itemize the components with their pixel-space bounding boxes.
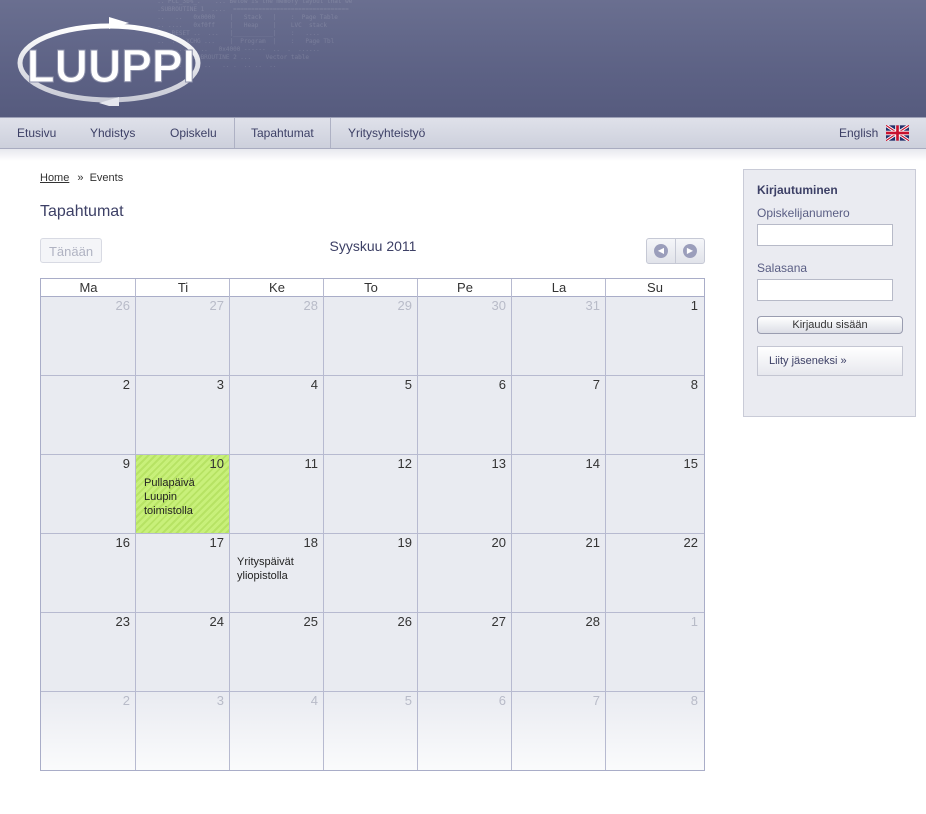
day-number[interactable]: 28 [570,614,600,629]
day-number[interactable]: 27 [476,614,506,629]
day-number[interactable]: 10 [194,456,224,471]
day-number[interactable]: 5 [382,693,412,708]
day-number[interactable]: 26 [382,614,412,629]
day-number[interactable]: 2 [100,693,130,708]
nav-item-opiskelu[interactable]: Opiskelu [170,118,217,148]
day-number[interactable]: 6 [476,377,506,392]
day-number[interactable]: 12 [382,456,412,471]
nav-item-yhdistys[interactable]: Yhdistys [90,118,135,148]
month-pager: ◀ ▶ [646,238,705,264]
weekday-header: Pe [457,280,473,295]
day-number[interactable]: 13 [476,456,506,471]
day-number[interactable]: 14 [570,456,600,471]
day-number[interactable]: 18 [288,535,318,550]
student-number-label: Opiskelijanumero [757,206,850,220]
grid-column-line [417,279,418,770]
site-header: .. PCL_3b%_. ... Below is the memory lay… [0,0,926,117]
luuppi-logo[interactable]: LUUPPI [14,16,206,106]
day-number[interactable]: 8 [668,377,698,392]
day-number[interactable]: 27 [194,298,224,313]
day-number[interactable]: 8 [668,693,698,708]
nav-divider [330,118,331,148]
day-number[interactable]: 20 [476,535,506,550]
calendar-event[interactable]: Pullapäivä Luupin toimistolla [144,476,224,518]
day-number[interactable]: 4 [288,693,318,708]
join-member-link[interactable]: Liity jäseneksi » [757,346,903,376]
breadcrumb: Home » Events [40,172,123,184]
grid-column-line [229,279,230,770]
breadcrumb-home-link[interactable]: Home [40,172,69,184]
grid-row-line [41,375,704,376]
password-input[interactable] [757,279,893,301]
weekday-header: Ke [269,280,285,295]
grid-row-line [41,612,704,613]
day-number[interactable]: 11 [288,456,319,471]
day-number[interactable]: 3 [194,693,224,708]
nav-shadow [0,149,926,161]
page-title: Tapahtumat [40,203,124,220]
next-month-button[interactable]: ▶ [683,244,697,258]
grid-column-line [323,279,324,770]
day-number[interactable]: 6 [476,693,506,708]
day-number[interactable]: 22 [668,535,698,550]
nav-item-yritysyhteistyo[interactable]: Yritysyhteistyö [348,118,425,148]
nav-item-etusivu[interactable]: Etusivu [17,118,56,148]
language-link[interactable]: English [839,118,878,148]
day-number[interactable]: 24 [194,614,224,629]
weekday-header: Ti [177,280,189,295]
nav-item-tapahtumat[interactable]: Tapahtumat [251,118,314,148]
weekday-header: To [364,280,378,295]
month-title: Syyskuu 2011 [329,238,417,254]
grid-row-line [41,533,704,534]
grid-column-line [511,279,512,770]
day-number[interactable]: 25 [288,614,318,629]
day-number[interactable]: 15 [668,456,698,471]
chevron-left-icon: ◀ [657,246,665,255]
day-number[interactable]: 7 [570,377,600,392]
login-title: Kirjautuminen [757,183,838,197]
day-number[interactable]: 21 [570,535,600,550]
day-number[interactable]: 3 [194,377,224,392]
day-number[interactable]: 28 [288,298,318,313]
day-number[interactable]: 31 [570,298,600,313]
breadcrumb-current: Events [89,172,124,184]
day-number[interactable]: 5 [382,377,412,392]
day-number[interactable]: 1 [668,614,698,629]
day-number[interactable]: 19 [382,535,412,550]
day-number[interactable]: 7 [570,693,600,708]
day-number[interactable]: 9 [100,456,130,471]
login-box: Kirjautuminen Opiskelijanumero Salasana … [743,169,916,417]
grid-row-line [41,454,704,455]
weekday-header: Ma [79,280,98,295]
grid-column-line [605,279,606,770]
calendar-grid: Ma Ti Ke To Pe La Su 26 27 28 29 30 31 1 2 3 4 5 6 7 8 9 10 11… [40,278,705,771]
uk-flag-icon[interactable] [886,125,909,141]
main-nav: Etusivu Yhdistys Opiskelu Tapahtumat Yri… [0,117,926,149]
grid-row-line [41,691,704,692]
login-button[interactable]: Kirjaudu sisään [757,316,903,334]
day-number[interactable]: 23 [100,614,130,629]
weekday-header: La [551,280,567,295]
pager-divider [675,239,676,263]
day-number[interactable]: 30 [476,298,506,313]
password-label: Salasana [757,261,808,275]
day-number[interactable]: 29 [382,298,412,313]
day-number[interactable]: 2 [100,377,130,392]
breadcrumb-separator: » [77,172,84,184]
day-number[interactable]: 1 [668,298,698,313]
calendar-event[interactable]: Yrityspäivät yliopistolla [237,555,317,583]
weekday-header: Su [647,280,663,295]
day-number[interactable]: 17 [194,535,224,550]
day-number[interactable]: 26 [100,298,130,313]
chevron-right-icon: ▶ [686,246,694,255]
prev-month-button[interactable]: ◀ [654,244,668,258]
nav-divider [234,118,235,148]
day-number[interactable]: 4 [288,377,318,392]
day-number[interactable]: 16 [100,535,130,550]
logo-text: LUUPPI [27,40,196,92]
today-button[interactable]: Tänään [40,238,102,263]
student-number-input[interactable] [757,224,893,246]
grid-column-line [135,279,136,770]
